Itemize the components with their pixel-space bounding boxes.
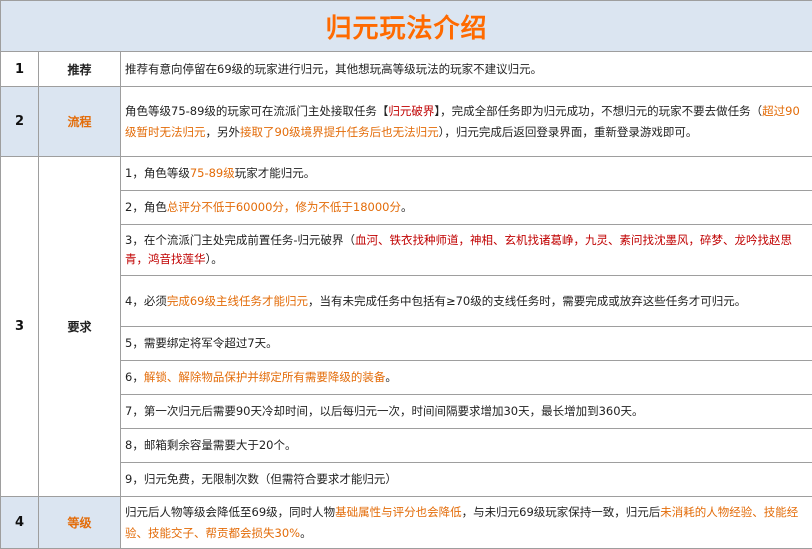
- table-row: 7，第一次归元后需要90天冷却时间，以后每归元一次，时间间隔要求增加30天，最长…: [1, 395, 812, 429]
- table-row: 2 流程 角色等级75-89级的玩家可在流派门主处接取任务【归元破界】，完成全部…: [1, 87, 812, 157]
- table-row: 6，解锁、解除物品保护并绑定所有需要降级的装备。: [1, 361, 812, 395]
- rules-table-container: 归元玩法介绍 1 推荐 推荐有意向停留在69级的玩家进行归元，其他想玩高等级玩法…: [0, 0, 812, 537]
- row-number: 3: [1, 157, 39, 497]
- page-title: 归元玩法介绍: [1, 1, 812, 52]
- row-label-level: 等级: [39, 497, 121, 549]
- level-text: 归元后人物等级会降低至69级，同时人物基础属性与评分也会降低，与未归元69级玩家…: [121, 497, 812, 549]
- row-label-recommend: 推荐: [39, 52, 121, 87]
- requirement-item: 3，在个流派门主处完成前置任务-归元破界（血河、铁衣找种师道，神相、玄机找诸葛峥…: [121, 225, 812, 276]
- requirement-item: 7，第一次归元后需要90天冷却时间，以后每归元一次，时间间隔要求增加30天，最长…: [121, 395, 812, 429]
- table-row: 3，在个流派门主处完成前置任务-归元破界（血河、铁衣找种师道，神相、玄机找诸葛峥…: [1, 225, 812, 276]
- row-number: 1: [1, 52, 39, 87]
- row-label-process: 流程: [39, 87, 121, 157]
- row-number: 4: [1, 497, 39, 549]
- requirement-item: 1，角色等级75-89级玩家才能归元。: [121, 157, 812, 191]
- requirement-item: 5，需要绑定将军令超过7天。: [121, 327, 812, 361]
- table-row: 1 推荐 推荐有意向停留在69级的玩家进行归元，其他想玩高等级玩法的玩家不建议归…: [1, 52, 812, 87]
- requirement-item: 4，必须完成69级主线任务才能归元，当有未完成任务中包括有≥70级的支线任务时，…: [121, 276, 812, 327]
- row-label-requirements: 要求: [39, 157, 121, 497]
- requirement-item: 8，邮箱剩余容量需要大于20个。: [121, 429, 812, 463]
- table-row: 4，必须完成69级主线任务才能归元，当有未完成任务中包括有≥70级的支线任务时，…: [1, 276, 812, 327]
- recommend-text: 推荐有意向停留在69级的玩家进行归元，其他想玩高等级玩法的玩家不建议归元。: [121, 52, 812, 87]
- requirement-item: 9，归元免费，无限制次数（但需符合要求才能归元）: [121, 463, 812, 497]
- table-row: 5，需要绑定将军令超过7天。: [1, 327, 812, 361]
- row-number: 2: [1, 87, 39, 157]
- gameplay-intro-table: 归元玩法介绍 1 推荐 推荐有意向停留在69级的玩家进行归元，其他想玩高等级玩法…: [0, 0, 812, 549]
- requirement-item: 6，解锁、解除物品保护并绑定所有需要降级的装备。: [121, 361, 812, 395]
- table-row: 2，角色总评分不低于60000分，修为不低于18000分。: [1, 191, 812, 225]
- requirement-item: 2，角色总评分不低于60000分，修为不低于18000分。: [121, 191, 812, 225]
- table-row: 4 等级 归元后人物等级会降低至69级，同时人物基础属性与评分也会降低，与未归元…: [1, 497, 812, 549]
- table-row: 8，邮箱剩余容量需要大于20个。: [1, 429, 812, 463]
- table-row: 9，归元免费，无限制次数（但需符合要求才能归元）: [1, 463, 812, 497]
- table-row: 3 要求 1，角色等级75-89级玩家才能归元。: [1, 157, 812, 191]
- process-text: 角色等级75-89级的玩家可在流派门主处接取任务【归元破界】，完成全部任务即为归…: [121, 87, 812, 157]
